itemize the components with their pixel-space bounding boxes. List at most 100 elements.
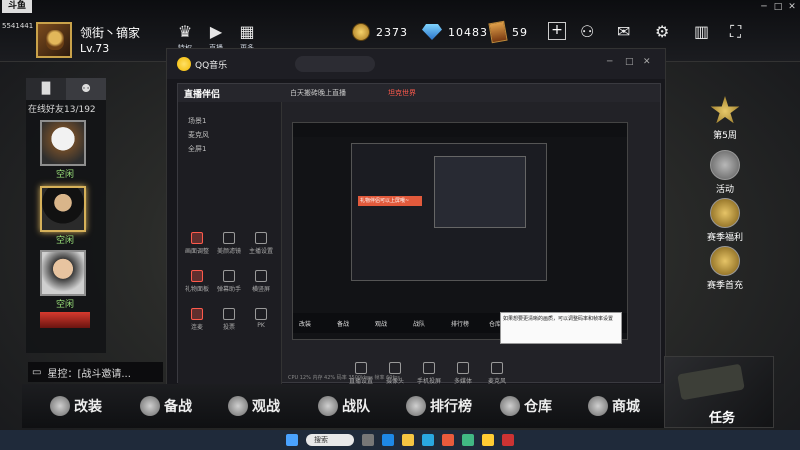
tab-shop[interactable]: 商城 xyxy=(588,392,640,420)
gold-star-icon xyxy=(710,96,740,124)
nested-preview-inner xyxy=(434,156,526,228)
player-avatar[interactable] xyxy=(36,22,72,58)
friend-card[interactable]: 空闲 xyxy=(40,120,90,180)
nested-preview: 礼物伴侣可以上屏哦~ xyxy=(351,143,547,281)
close-icon[interactable]: ✕ xyxy=(786,2,798,12)
maximize-icon[interactable]: □ xyxy=(772,2,784,12)
minimize-icon[interactable]: ─ xyxy=(607,57,612,67)
tool-button[interactable]: 横竖屏 xyxy=(248,270,274,293)
app-icon[interactable] xyxy=(462,434,474,446)
qq-music-window: QQ音乐 ─ □ ✕ 直播伴侣 白天搬砖晚上直播 坦克世界 场景1 麦克风 全屏… xyxy=(166,48,666,388)
tab-leaderboard[interactable]: 排行榜 xyxy=(406,392,472,420)
card-counter: 59 xyxy=(488,20,528,44)
windows-taskbar: 搜索 xyxy=(0,430,800,450)
close-icon[interactable]: ✕ xyxy=(643,57,651,67)
tab-spectate[interactable]: 观战 xyxy=(228,392,280,420)
friends-panel: ▐▌ ⚉ 在线好友13/192 空闲 空闲 空闲 ❯ xyxy=(26,78,106,427)
task-view-icon[interactable] xyxy=(362,434,374,446)
recharge-plus-button[interactable]: + xyxy=(548,22,566,40)
stream-topic: 白天搬砖晚上直播 xyxy=(290,89,346,97)
gift-icon xyxy=(191,270,203,282)
host-settings-icon xyxy=(255,232,267,244)
windows-start-icon[interactable] xyxy=(286,434,298,446)
shop-icon xyxy=(588,396,608,416)
phone-cast-button[interactable]: 手机投屏 xyxy=(416,362,442,385)
book-icon[interactable]: ▥ xyxy=(694,22,709,41)
image-adjust-icon xyxy=(191,232,203,244)
boy-avatar xyxy=(40,250,86,296)
scene-item[interactable]: 全屏1 xyxy=(188,144,206,154)
overlay-notice: 礼物伴侣可以上屏哦~ xyxy=(358,196,422,206)
microphone-icon xyxy=(491,362,503,374)
co-stream-icon xyxy=(191,308,203,320)
diamond-counter: 10483 xyxy=(422,22,488,42)
explorer-icon[interactable] xyxy=(402,434,414,446)
danmaku-icon xyxy=(223,270,235,282)
skull-icon xyxy=(140,396,160,416)
maximize-icon[interactable]: □ xyxy=(625,57,634,67)
tool-button[interactable]: 弹幕助手 xyxy=(216,270,242,293)
tool-button[interactable]: 连麦 xyxy=(184,308,210,331)
tool-button[interactable]: 礼物面板 xyxy=(184,270,210,293)
chat-bubble-icon: ▭ xyxy=(32,366,42,378)
tab-ranking[interactable]: ▐▌ xyxy=(26,78,66,100)
tab-prepare[interactable]: 备战 xyxy=(140,392,192,420)
edge-icon[interactable] xyxy=(382,434,394,446)
season-welfare-button[interactable]: 赛季福利 xyxy=(700,198,750,243)
preview-game-topbar xyxy=(293,123,627,137)
diamond-icon xyxy=(422,24,442,40)
friend-card-partial[interactable] xyxy=(40,312,90,328)
friends-icon[interactable]: ⚇ xyxy=(580,22,594,41)
tool-button[interactable]: 画面调整 xyxy=(184,232,210,255)
qq-search-input[interactable] xyxy=(295,56,375,72)
media-icon xyxy=(457,362,469,374)
friends-tab-icon: ⚉ xyxy=(81,82,91,95)
star-badge-icon xyxy=(228,396,248,416)
stream-status: CPU 12% 内存 42% 码率 3500kbps 帧率 60fps xyxy=(288,375,400,381)
wrench-icon xyxy=(50,396,70,416)
tab-team[interactable]: 战队 xyxy=(318,392,370,420)
events-button[interactable]: 活动 xyxy=(700,150,750,195)
eagle-avatar xyxy=(40,120,86,166)
chat-bar[interactable]: ▭ 星控：[战斗邀请... xyxy=(28,362,163,382)
qq-music-taskbar-icon[interactable] xyxy=(482,434,494,446)
mission-button[interactable]: 任务 xyxy=(664,356,774,428)
bar-chart-icon: ▐▌ xyxy=(37,82,55,95)
qq-music-logo-icon xyxy=(177,57,191,71)
fullscreen-exit-icon[interactable]: ⛶ xyxy=(730,22,741,42)
scene-item[interactable]: 场景1 xyxy=(188,116,206,126)
app-icon[interactable] xyxy=(442,434,454,446)
friend-card[interactable]: 空闲 xyxy=(40,250,90,310)
weekly-reward-button[interactable]: 第5周 xyxy=(700,96,750,141)
tool-button[interactable]: PK xyxy=(248,308,274,329)
friend-card[interactable]: 空闲 xyxy=(40,186,90,246)
online-friends-count: 在线好友13/192 xyxy=(28,105,96,115)
orientation-icon xyxy=(255,270,267,282)
game-bottom-nav: 改装 备战 观战 战队 排行榜 仓库 商城 xyxy=(22,384,666,428)
tool-button[interactable]: 美颜滤镜 xyxy=(216,232,242,255)
scene-item[interactable]: 麦克风 xyxy=(188,130,209,140)
stream-header: 直播伴侣 白天搬砖晚上直播 坦克世界 xyxy=(178,84,660,102)
play-tv-icon: ▶ xyxy=(209,22,223,41)
player-name: 领街丶镝家 xyxy=(80,26,141,40)
stream-channel: 坦克世界 xyxy=(388,89,416,97)
settings-gear-icon[interactable]: ⚙ xyxy=(655,22,669,41)
tool-button[interactable]: 主播设置 xyxy=(248,232,274,255)
multimedia-button[interactable]: 多媒体 xyxy=(450,362,476,385)
season-first-recharge-button[interactable]: 赛季首充 xyxy=(700,246,750,291)
monitor-icon xyxy=(355,362,367,374)
crown-icon: ♛ xyxy=(177,22,193,41)
douyu-logo: 斗鱼 xyxy=(2,0,32,13)
app-icon[interactable] xyxy=(502,434,514,446)
stream-preview[interactable]: 礼物伴侣可以上屏哦~ 改装 备战 观战 战队 排行榜 仓库 商城 xyxy=(292,122,628,340)
minimize-icon[interactable]: ─ xyxy=(758,2,770,12)
microphone-button[interactable]: 麦克风 xyxy=(484,362,510,385)
mail-icon[interactable]: ✉ xyxy=(617,22,630,41)
tab-warehouse[interactable]: 仓库 xyxy=(500,392,552,420)
tab-modify[interactable]: 改装 xyxy=(50,392,102,420)
app-icon[interactable] xyxy=(422,434,434,446)
trophy-icon xyxy=(406,396,426,416)
tab-friends[interactable]: ⚉ xyxy=(66,78,106,100)
tool-button[interactable]: 投票 xyxy=(216,308,242,331)
taskbar-search-input[interactable]: 搜索 xyxy=(306,434,354,446)
